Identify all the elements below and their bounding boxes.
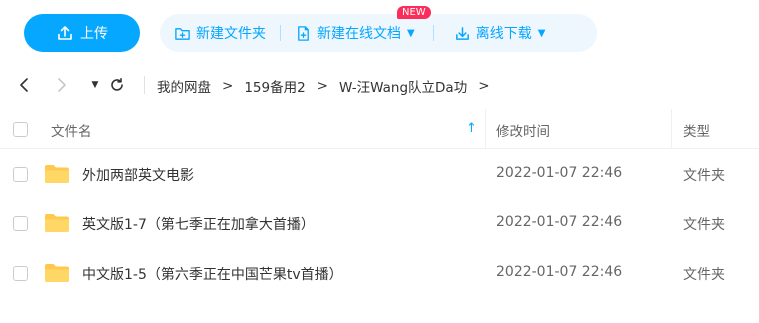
new-folder-button[interactable]: 新建文件夹 (174, 23, 266, 43)
column-divider[interactable] (485, 109, 486, 149)
forward-button[interactable] (52, 75, 72, 95)
chevron-down-icon: ▼ (407, 27, 415, 39)
breadcrumb-item-current[interactable]: W-汪Wang队立Da功 (339, 76, 467, 96)
modified-time: 2022-01-07 22:46 (496, 214, 623, 230)
offline-download-button[interactable]: 离线下载 ▼ (454, 23, 546, 43)
offline-download-label: 离线下载 (475, 26, 532, 42)
upload-button[interactable]: 上传 (24, 14, 140, 52)
select-all-checkbox[interactable] (13, 122, 28, 137)
file-type: 文件夹 (683, 168, 725, 184)
breadcrumb-separator: > (222, 78, 234, 94)
new-online-doc-label: 新建在线文档 (317, 26, 401, 42)
new-folder-icon (175, 27, 190, 40)
modified-time: 2022-01-07 22:46 (496, 264, 623, 280)
file-type: 文件夹 (683, 217, 725, 233)
new-doc-icon (298, 25, 309, 41)
row-checkbox[interactable] (13, 216, 28, 231)
table-row[interactable]: 中文版1-5（第六季正在中国芒果tv首播） 2022-01-07 22:46 文… (0, 249, 759, 298)
table-row[interactable]: 外加两部英文电影 2022-01-07 22:46 文件夹 (0, 150, 759, 199)
file-name[interactable]: 英文版1-7（第七季正在加拿大首播） (82, 214, 315, 234)
new-folder-label: 新建文件夹 (196, 26, 266, 42)
row-checkbox[interactable] (13, 167, 28, 182)
chevron-down-icon: ▼ (537, 27, 546, 39)
divider (432, 25, 434, 41)
new-online-doc-button[interactable]: 新建在线文档 ▼ NEW (295, 6, 431, 43)
toolbar: 上传 新建文件夹 新建在线文档 ▼ NEW 离线下载 ▼ (0, 0, 759, 66)
breadcrumb-item-folder[interactable]: 159备用2 (244, 76, 305, 96)
breadcrumb-item-root[interactable]: 我的网盘 (157, 76, 211, 96)
divider (144, 76, 145, 94)
sort-ascending-icon[interactable]: ↑ (466, 121, 477, 136)
row-checkbox[interactable] (13, 266, 28, 281)
table-header: 文件名 ↑ 修改时间 类型 (0, 109, 759, 149)
new-badge: NEW (397, 6, 431, 19)
action-group: 新建文件夹 新建在线文档 ▼ NEW 离线下载 ▼ (160, 6, 597, 52)
folder-icon (45, 214, 69, 232)
file-name[interactable]: 中文版1-5（第六季正在中国芒果tv首播） (82, 264, 343, 284)
upload-label: 上传 (80, 26, 108, 42)
column-divider[interactable] (671, 109, 672, 149)
divider (280, 25, 281, 41)
file-name[interactable]: 外加两部英文电影 (82, 165, 194, 185)
breadcrumb-separator: > (316, 78, 328, 94)
chevron-right-icon (58, 78, 66, 92)
chevron-left-icon (20, 78, 28, 92)
file-type: 文件夹 (683, 267, 725, 283)
column-header-modified[interactable]: 修改时间 (496, 120, 550, 140)
folder-icon (45, 264, 69, 282)
history-dropdown-button[interactable]: ▼ (85, 75, 105, 95)
column-header-type[interactable]: 类型 (683, 120, 710, 140)
download-icon (455, 26, 469, 40)
caret-down-icon: ▼ (91, 80, 99, 90)
modified-time: 2022-01-07 22:46 (496, 165, 623, 181)
refresh-button[interactable] (107, 75, 127, 95)
table-row[interactable]: 英文版1-7（第七季正在加拿大首播） 2022-01-07 22:46 文件夹 (0, 199, 759, 248)
refresh-icon (111, 78, 123, 91)
back-button[interactable] (14, 75, 34, 95)
column-header-name[interactable]: 文件名 (51, 120, 92, 140)
upload-icon (58, 26, 72, 40)
nav-row: ▼ 我的网盘 > 159备用2 > W-汪Wang队立Da功 > (0, 70, 759, 100)
folder-icon (45, 165, 69, 183)
breadcrumb: 我的网盘 > 159备用2 > W-汪Wang队立Da功 > (157, 76, 501, 96)
breadcrumb-separator: > (478, 78, 490, 94)
